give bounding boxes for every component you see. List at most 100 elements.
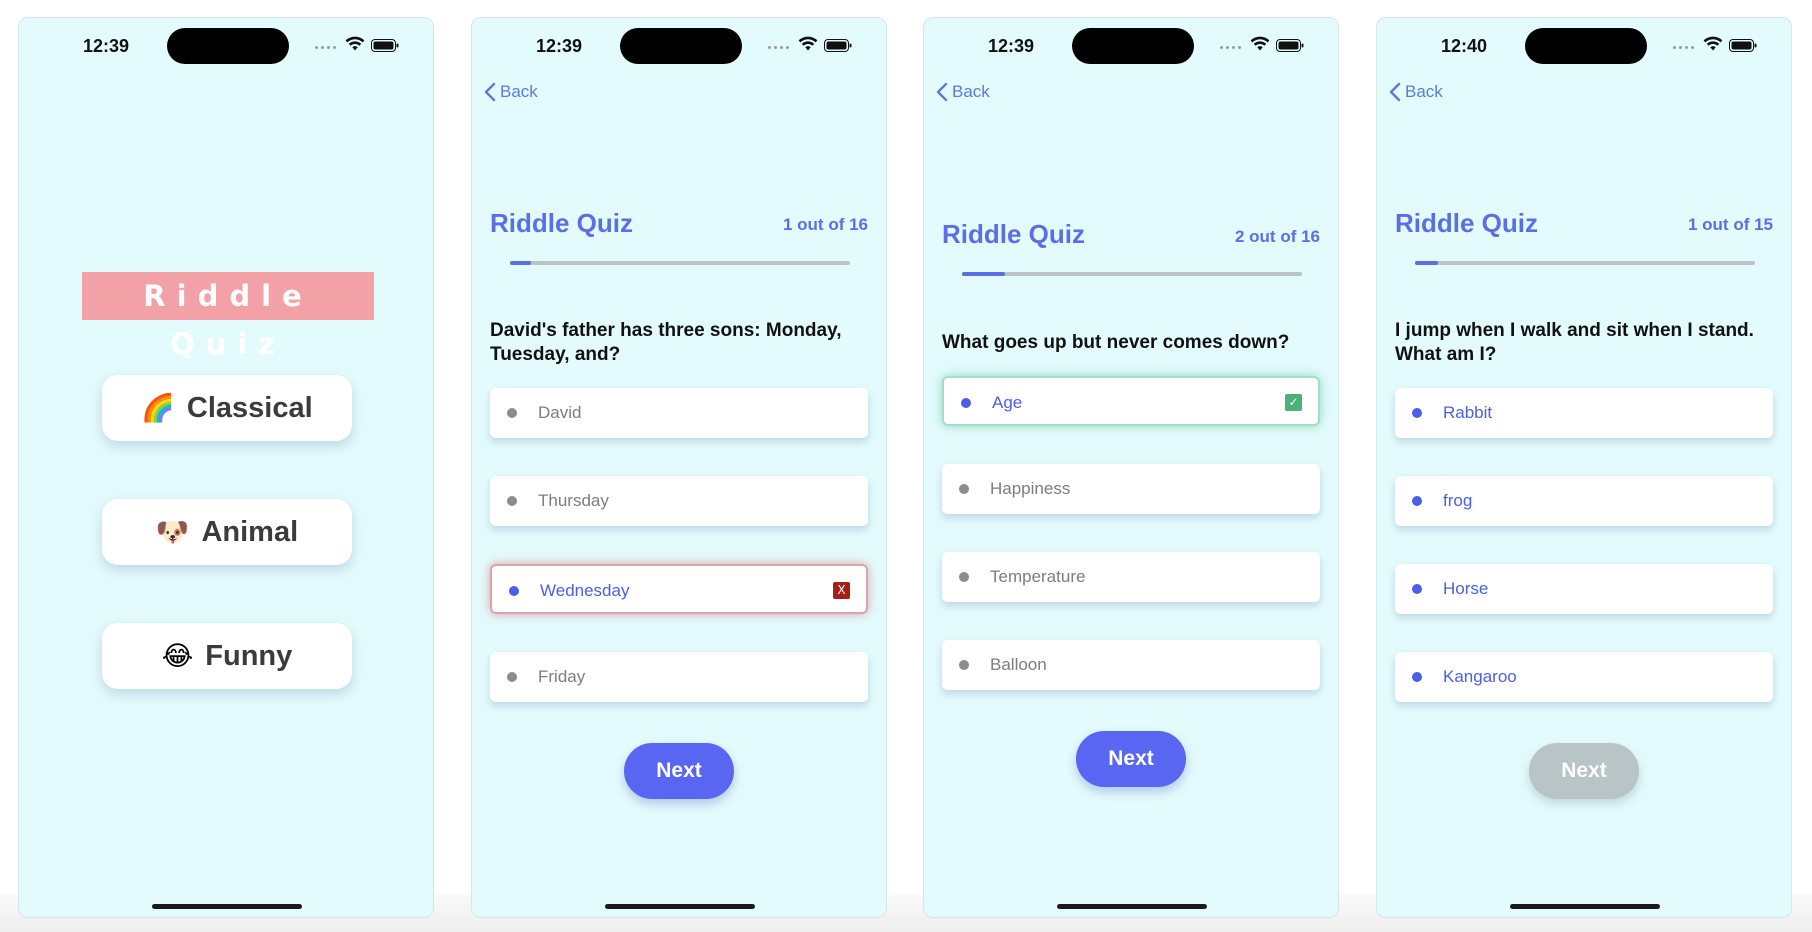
battery-icon xyxy=(1729,39,1757,52)
dynamic-island xyxy=(167,28,289,64)
chevron-left-icon xyxy=(484,82,496,102)
answer-option-selected-wrong[interactable]: Wednesday X xyxy=(490,564,868,614)
answer-option[interactable]: Thursday xyxy=(490,476,868,526)
bullet-icon xyxy=(509,586,519,596)
app-logo: Riddle Quiz xyxy=(82,272,374,361)
home-indicator[interactable] xyxy=(1510,904,1660,909)
bullet-icon xyxy=(1412,496,1422,506)
option-label: Horse xyxy=(1443,579,1489,598)
answer-option-selected-correct[interactable]: Age ✓ xyxy=(942,376,1320,426)
option-label: Balloon xyxy=(990,655,1047,674)
chevron-left-icon xyxy=(1389,82,1401,102)
phone-quiz-screen-1: 12:39 Back Riddle Quiz 1 out of 16 David… xyxy=(471,17,887,918)
question-counter: 1 out of 16 xyxy=(782,215,868,234)
wrong-x-icon: X xyxy=(833,582,850,599)
option-label: Kangaroo xyxy=(1443,667,1517,686)
answer-option[interactable]: Kangaroo xyxy=(1395,652,1773,702)
quiz-title: Riddle Quiz xyxy=(942,219,1085,249)
bullet-icon xyxy=(507,672,517,682)
phone-quiz-screen-2: 12:39 Back Riddle Quiz 2 out of 16 What … xyxy=(923,17,1339,918)
back-button[interactable]: Back xyxy=(484,80,538,104)
wifi-icon xyxy=(345,36,365,51)
signal-dots-icon xyxy=(768,46,790,50)
checkmark-icon: ✓ xyxy=(1285,394,1302,411)
next-button-disabled[interactable]: Next xyxy=(1529,743,1639,799)
bullet-icon xyxy=(1412,584,1422,594)
status-icons xyxy=(768,36,858,56)
progress-fill xyxy=(962,272,1005,276)
question-text: David's father has three sons: Monday, T… xyxy=(490,320,842,365)
option-label: David xyxy=(538,403,582,422)
home-indicator[interactable] xyxy=(605,904,755,909)
answer-option[interactable]: Horse xyxy=(1395,564,1773,614)
progress-fill xyxy=(510,261,532,265)
battery-icon xyxy=(1276,39,1304,52)
status-time: 12:39 xyxy=(535,36,583,56)
back-label: Back xyxy=(1405,82,1443,101)
next-button[interactable]: Next xyxy=(624,743,734,799)
dynamic-island xyxy=(1072,28,1194,64)
signal-dots-icon xyxy=(1673,46,1695,50)
chevron-left-icon xyxy=(936,82,948,102)
status-icons xyxy=(1220,36,1310,56)
signal-dots-icon xyxy=(1220,46,1242,50)
battery-icon xyxy=(371,39,399,52)
phone-home-screen: 12:39 Riddle Quiz 🌈 Classical 🐶 Animal 😂… xyxy=(18,17,434,918)
phone-quiz-screen-3: 12:40 Back Riddle Quiz 1 out of 15 I jum… xyxy=(1376,17,1792,918)
back-button[interactable]: Back xyxy=(1389,80,1443,104)
option-label: frog xyxy=(1443,491,1473,510)
bullet-icon xyxy=(1412,408,1422,418)
wifi-icon xyxy=(1703,36,1723,51)
answer-option[interactable]: Rabbit xyxy=(1395,388,1773,438)
bullet-icon xyxy=(959,660,969,670)
option-label: Friday xyxy=(538,667,586,686)
bullet-icon xyxy=(959,572,969,582)
category-label: Animal xyxy=(201,515,299,548)
dynamic-island xyxy=(620,28,742,64)
option-label: Age xyxy=(992,393,1023,412)
category-button-animal[interactable]: 🐶 Animal xyxy=(102,499,352,565)
category-button-funny[interactable]: 😂 Funny xyxy=(102,623,352,689)
home-indicator[interactable] xyxy=(152,904,302,909)
bullet-icon xyxy=(507,496,517,506)
status-icons xyxy=(1673,36,1763,56)
battery-icon xyxy=(824,39,852,52)
laughing-face-icon: 😂 xyxy=(161,640,194,672)
option-label: Temperature xyxy=(990,567,1086,586)
question-counter: 1 out of 15 xyxy=(1687,215,1773,234)
bullet-icon xyxy=(961,398,971,408)
status-time: 12:39 xyxy=(82,36,130,56)
option-label: Thursday xyxy=(538,491,609,510)
progress-bar xyxy=(510,261,850,265)
answer-option[interactable]: frog xyxy=(1395,476,1773,526)
category-button-classical[interactable]: 🌈 Classical xyxy=(102,375,352,441)
bullet-icon xyxy=(1412,672,1422,682)
wifi-icon xyxy=(1250,36,1270,51)
signal-dots-icon xyxy=(315,46,337,50)
progress-bar xyxy=(962,272,1302,276)
status-time: 12:39 xyxy=(987,36,1035,56)
question-text: I jump when I walk and sit when I stand.… xyxy=(1395,320,1754,365)
category-label: Funny xyxy=(205,639,293,672)
wifi-icon xyxy=(798,36,818,51)
dog-face-icon: 🐶 xyxy=(155,516,190,548)
answer-option[interactable]: Temperature xyxy=(942,552,1320,602)
back-label: Back xyxy=(952,82,990,101)
next-button[interactable]: Next xyxy=(1076,731,1186,787)
answer-option[interactable]: Balloon xyxy=(942,640,1320,690)
screenshot-stage: 12:39 Riddle Quiz 🌈 Classical 🐶 Animal 😂… xyxy=(0,0,1812,932)
answer-option[interactable]: David xyxy=(490,388,868,438)
home-indicator[interactable] xyxy=(1057,904,1207,909)
option-label: Happiness xyxy=(990,479,1071,498)
back-label: Back xyxy=(500,82,538,101)
status-icons xyxy=(315,36,405,56)
answer-option[interactable]: Friday xyxy=(490,652,868,702)
progress-fill xyxy=(1415,261,1438,265)
quiz-title: Riddle Quiz xyxy=(1395,208,1538,238)
dynamic-island xyxy=(1525,28,1647,64)
answer-option[interactable]: Happiness xyxy=(942,464,1320,514)
back-button[interactable]: Back xyxy=(936,80,990,104)
status-time: 12:40 xyxy=(1440,36,1488,56)
question-counter: 2 out of 16 xyxy=(1234,227,1320,246)
progress-bar xyxy=(1415,261,1755,265)
